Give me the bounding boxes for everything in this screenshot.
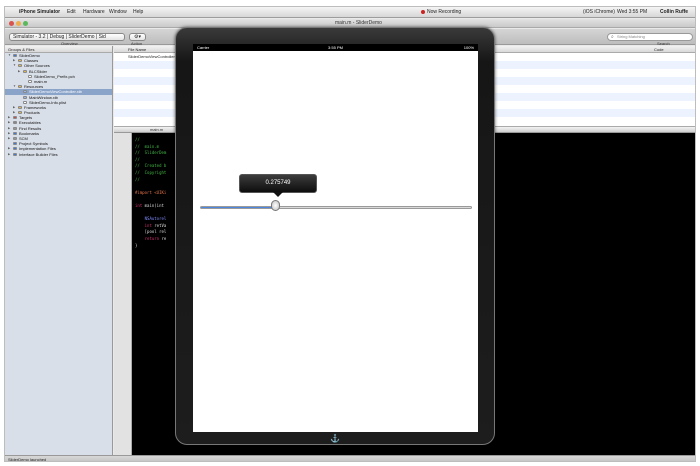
code-token: // bbox=[135, 156, 140, 162]
folder-icon bbox=[13, 131, 17, 135]
folder-icon bbox=[13, 137, 17, 140]
groups-and-files-sidebar: Groups & Files ▼ SliderDemo ▶ Classes ▼ Other… bbox=[5, 46, 113, 455]
folder-icon bbox=[18, 64, 22, 68]
sidebar-header: Groups & Files bbox=[5, 46, 112, 53]
disclosure-closed-icon[interactable]: ▶ bbox=[8, 152, 10, 157]
folder-icon bbox=[13, 147, 17, 151]
search-field[interactable]: ⌕ String Matching bbox=[607, 33, 693, 41]
code-token: // Copyright bbox=[135, 169, 167, 175]
folder-icon bbox=[28, 79, 32, 83]
scheme-popup[interactable]: Simulator - 3.2 | Debug | SliderDemo | S… bbox=[9, 33, 125, 41]
code-token: // bbox=[135, 137, 140, 142]
code-token: int bbox=[135, 222, 155, 228]
mac-menu-bar: iPhone Simulator Edit Hardware Window He… bbox=[5, 7, 695, 18]
ipad-simulator-window[interactable]: Carrier 3:55 PM 100% 0.275749 ⚓ bbox=[175, 27, 495, 445]
folder-icon bbox=[13, 142, 17, 146]
folder-icon bbox=[13, 152, 17, 156]
minimize-icon[interactable] bbox=[16, 21, 21, 26]
folder-icon bbox=[23, 90, 27, 94]
column-code[interactable]: Code bbox=[654, 46, 664, 53]
code-token: main(int bbox=[144, 202, 164, 208]
menu-edit[interactable]: Edit bbox=[67, 7, 76, 18]
input-source[interactable]: (iOS iChrome) bbox=[583, 7, 615, 18]
search-placeholder: String Matching bbox=[617, 34, 645, 39]
code-token: [pool rel bbox=[135, 229, 167, 235]
recording-indicator: Now Recording bbox=[421, 7, 461, 18]
folder-icon bbox=[13, 116, 17, 120]
file-tree: ▼ SliderDemo ▶ Classes ▼ Other Sources ▶ BLCSli… bbox=[5, 53, 112, 157]
folder-icon bbox=[28, 74, 32, 78]
code-token: // SliderDem bbox=[135, 150, 167, 156]
battery-label: 100% bbox=[463, 45, 474, 50]
folder-icon bbox=[18, 111, 22, 115]
record-dot-icon bbox=[421, 9, 425, 14]
code-token: int bbox=[135, 202, 145, 208]
ipad-screen[interactable]: Carrier 3:55 PM 100% 0.275749 bbox=[193, 44, 478, 432]
status-text: SliderDemo launched bbox=[8, 457, 47, 462]
folder-icon bbox=[23, 100, 27, 104]
code-token: // bbox=[135, 176, 140, 182]
code-token: } bbox=[135, 242, 138, 248]
ios-clock: 3:55 PM bbox=[328, 45, 343, 50]
ios-status-bar: Carrier 3:55 PM 100% bbox=[193, 44, 478, 51]
sidebar-item-label: Interface Builder Files bbox=[19, 151, 58, 157]
slider-value-text: 0.275749 bbox=[265, 180, 291, 186]
folder-icon bbox=[18, 85, 22, 89]
code-token: retVa bbox=[154, 222, 167, 228]
slider-value-popup: 0.275749 bbox=[239, 174, 317, 193]
code-token: // Created b bbox=[135, 163, 167, 169]
folder-icon bbox=[18, 105, 22, 109]
folder-icon bbox=[23, 69, 27, 73]
menubar-clock[interactable]: Wed 3:55 PM bbox=[617, 7, 647, 18]
column-file-name[interactable]: File Name bbox=[128, 46, 146, 53]
folder-icon bbox=[13, 126, 17, 130]
home-button-icon[interactable]: ⚓ bbox=[330, 434, 340, 444]
slider-fill bbox=[201, 207, 276, 208]
folder-icon bbox=[18, 59, 22, 63]
zoom-icon[interactable] bbox=[23, 21, 28, 26]
menu-help[interactable]: Help bbox=[133, 7, 143, 18]
slider-track[interactable] bbox=[200, 206, 472, 209]
screen-recording-frame: iPhone Simulator Edit Hardware Window He… bbox=[4, 6, 696, 462]
folder-icon bbox=[23, 95, 27, 99]
code-token: #import <UIKi bbox=[135, 189, 167, 195]
search-icon: ⌕ bbox=[611, 34, 614, 40]
code-token: NSAutorel bbox=[135, 216, 167, 222]
menubar-user[interactable]: Collin Ruffe bbox=[660, 7, 688, 18]
code-token: return bbox=[135, 235, 162, 241]
code-token: re bbox=[161, 235, 167, 241]
file-name-cell: SliderDemoViewController.xib bbox=[128, 54, 181, 59]
menu-hardware[interactable]: Hardware bbox=[83, 7, 105, 18]
status-bar: SliderDemo launched bbox=[5, 455, 695, 462]
menu-app-name[interactable]: iPhone Simulator bbox=[19, 7, 60, 18]
menu-window[interactable]: Window bbox=[109, 7, 127, 18]
sidebar-item[interactable]: ▶ Interface Builder Files bbox=[5, 152, 112, 157]
editor-gutter bbox=[114, 133, 132, 455]
folder-icon bbox=[13, 121, 17, 125]
gear-icon: ⚙▾ bbox=[134, 34, 141, 40]
folder-icon bbox=[13, 54, 17, 57]
action-button[interactable]: ⚙▾ bbox=[129, 33, 146, 41]
recording-label: Now Recording bbox=[427, 9, 462, 15]
popup-arrow bbox=[273, 192, 283, 197]
code-token: // main.m bbox=[135, 143, 160, 149]
slider-thumb[interactable] bbox=[270, 200, 280, 211]
close-icon[interactable] bbox=[9, 21, 14, 26]
